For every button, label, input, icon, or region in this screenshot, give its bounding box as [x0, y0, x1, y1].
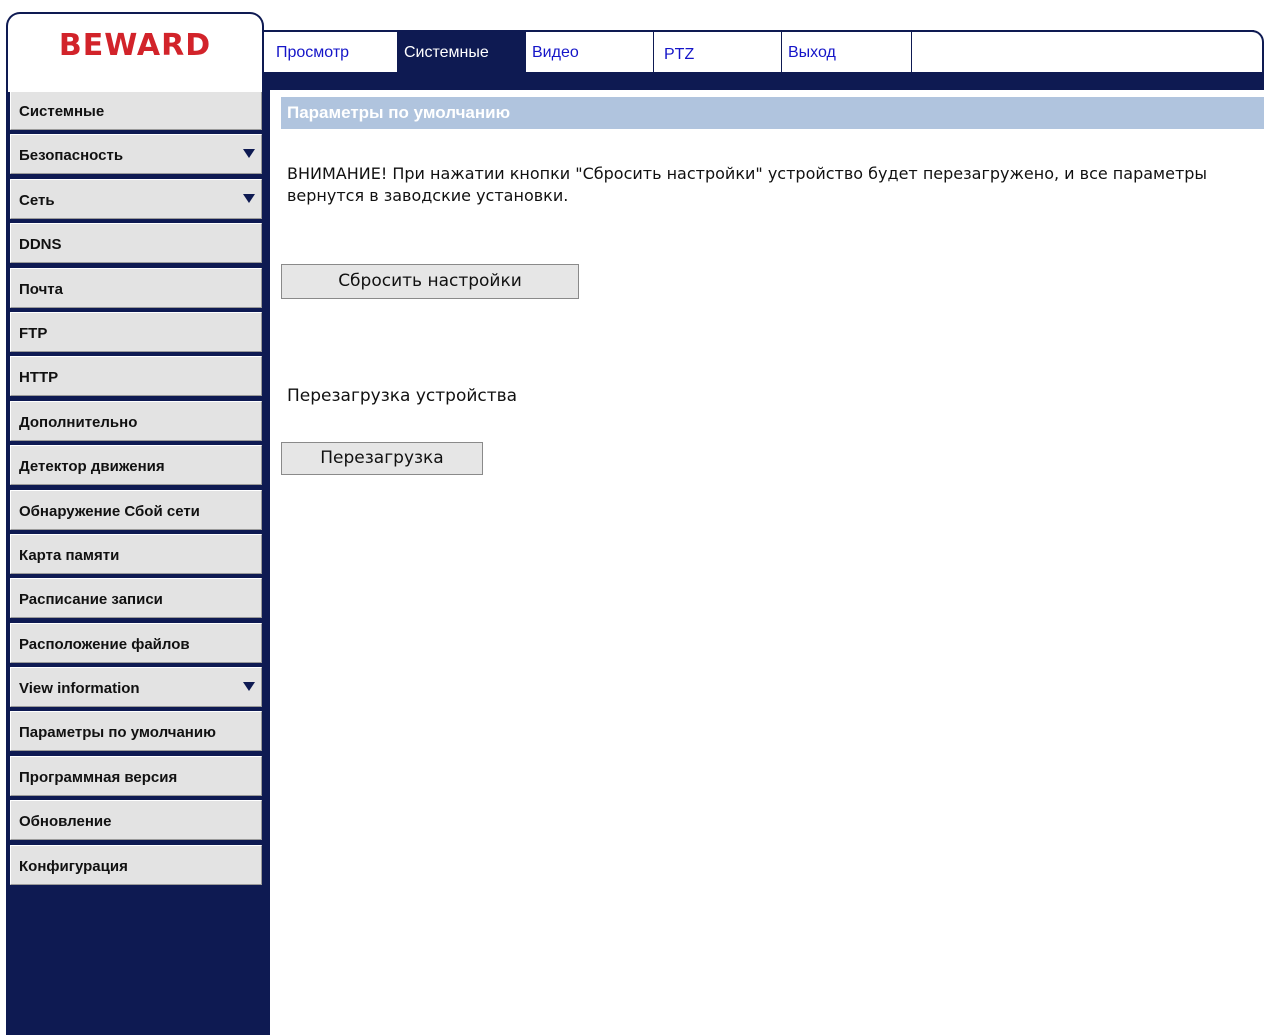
sidebar-item-label: Системные	[19, 103, 105, 120]
sidebar-item-label: Обновление	[19, 813, 112, 831]
sidebar-item-update[interactable]: Обновление	[10, 800, 262, 841]
page-title: Параметры по умолчанию	[287, 103, 511, 122]
sidebar-item-network-failure[interactable]: Обнаружение Сбой сети	[10, 489, 262, 530]
tab-logout[interactable]: Выход	[782, 32, 912, 72]
sidebar-item-label: Дополнительно	[19, 413, 138, 431]
dropdown-arrow-icon	[243, 193, 255, 203]
sidebar-item-security[interactable]: Безопасность	[10, 134, 262, 175]
sidebar-item-motion-detector[interactable]: Детектор движения	[10, 445, 262, 486]
sidebar-item-system[interactable]: Системные	[10, 90, 262, 130]
sidebar-item-label: Сеть	[19, 191, 55, 209]
reset-settings-button[interactable]: Сбросить настройки	[281, 264, 579, 299]
reset-warning-text: ВНИМАНИЕ! При нажатии кнопки "Сбросить н…	[287, 164, 1208, 205]
sidebar-item-ddns[interactable]: DDNS	[10, 223, 262, 264]
sidebar-item-label: View information	[19, 680, 140, 698]
tab-ptz[interactable]: PTZ	[654, 32, 782, 72]
sidebar-item-label: Конфигурация	[19, 857, 128, 875]
page: BEWARD Просмотр Системные Видео PTZ Выхо…	[0, 0, 1264, 1035]
brand-logo: BEWARD	[58, 28, 212, 63]
sidebar: Системные Безопасность Сеть DDNS Почта F…	[6, 88, 270, 1035]
sidebar-menu: Системные Безопасность Сеть DDNS Почта F…	[10, 90, 262, 889]
sidebar-item-label: Расписание записи	[19, 591, 163, 609]
sidebar-item-label: Карта памяти	[19, 546, 120, 564]
logo-area: BEWARD	[6, 12, 264, 92]
sidebar-item-label: Расположение файлов	[19, 635, 190, 653]
tab-system[interactable]: Системные	[398, 32, 526, 72]
sidebar-item-label: DDNS	[19, 236, 62, 254]
reboot-label: Перезагрузка устройства	[287, 386, 518, 406]
sidebar-item-network[interactable]: Сеть	[10, 178, 262, 219]
section-header: Параметры по умолчанию	[281, 97, 1264, 129]
sidebar-item-label: Детектор движения	[19, 458, 165, 476]
sidebar-item-default-settings[interactable]: Параметры по умолчанию	[10, 711, 262, 752]
sidebar-item-configuration[interactable]: Конфигурация	[10, 844, 262, 885]
sidebar-item-firmware-version[interactable]: Программная версия	[10, 755, 262, 796]
dropdown-arrow-icon	[243, 682, 255, 692]
sidebar-item-label: FTP	[19, 324, 48, 342]
sidebar-item-mail[interactable]: Почта	[10, 267, 262, 308]
tab-view[interactable]: Просмотр	[270, 32, 398, 72]
reboot-button[interactable]: Перезагрузка	[281, 442, 483, 475]
top-tabs: Просмотр Системные Видео PTZ Выход	[270, 32, 912, 72]
sidebar-item-ftp[interactable]: FTP	[10, 311, 262, 352]
sidebar-item-label: HTTP	[19, 369, 59, 387]
sidebar-item-http[interactable]: HTTP	[10, 356, 262, 397]
sidebar-item-advanced[interactable]: Дополнительно	[10, 400, 262, 441]
dropdown-arrow-icon	[243, 149, 255, 159]
sidebar-item-file-location[interactable]: Расположение файлов	[10, 622, 262, 663]
sidebar-item-label: Обнаружение Сбой сети	[19, 502, 200, 520]
sidebar-item-memory-card[interactable]: Карта памяти	[10, 533, 262, 574]
sidebar-item-label: Программная версия	[19, 768, 178, 786]
sidebar-item-view-information[interactable]: View information	[10, 667, 262, 708]
sidebar-item-record-schedule[interactable]: Расписание записи	[10, 578, 262, 619]
sidebar-item-label: Почта	[19, 280, 63, 298]
sidebar-item-label: Безопасность	[19, 147, 124, 165]
tab-video[interactable]: Видео	[526, 32, 654, 72]
sidebar-item-label: Параметры по умолчанию	[19, 724, 216, 742]
